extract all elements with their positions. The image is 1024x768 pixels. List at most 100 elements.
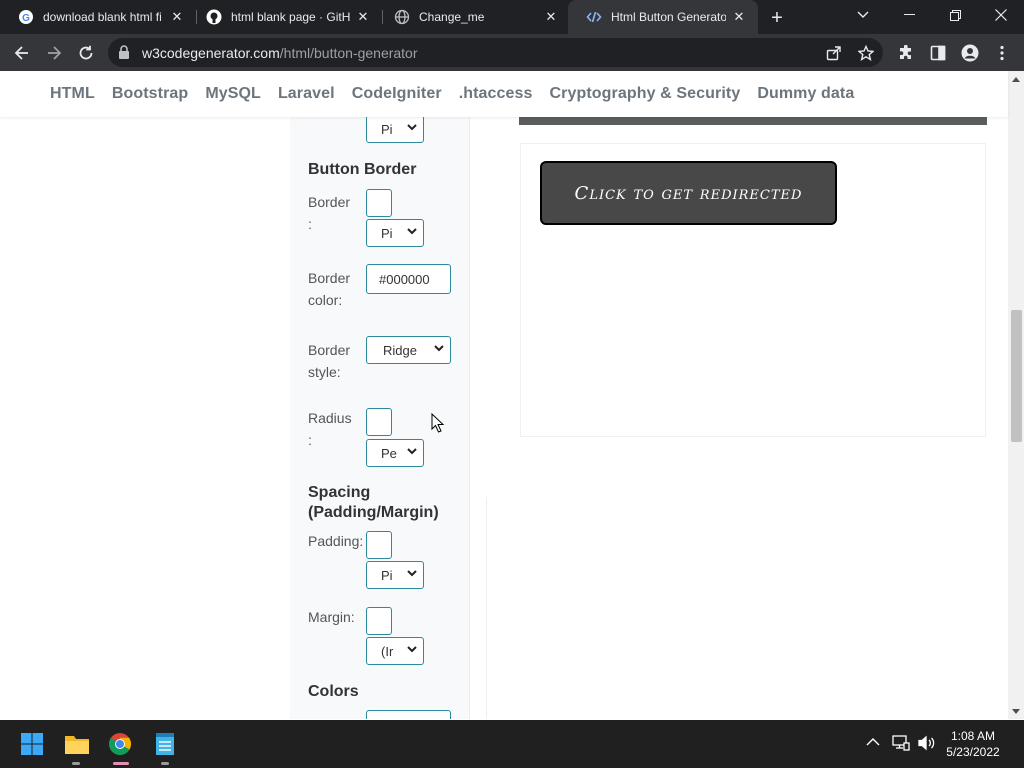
lock-icon[interactable] <box>118 45 130 64</box>
select-value: Pi <box>381 225 393 241</box>
spacing-unit-select-top[interactable]: Pi <box>366 117 424 143</box>
tab-google-search[interactable]: G download blank html fi ✕ <box>0 0 196 34</box>
border-style-select[interactable]: Ridge <box>366 336 451 364</box>
google-icon: G <box>18 9 34 25</box>
share-icon[interactable] <box>821 40 847 66</box>
chevron-down-icon <box>434 345 444 352</box>
select-value: Pi <box>381 121 393 137</box>
mouse-cursor-icon <box>431 412 445 438</box>
border-width-input[interactable] <box>366 189 392 217</box>
tab-change-me[interactable]: Change_me ✕ <box>376 0 570 34</box>
generated-preview-button[interactable]: Click to get redirected <box>540 161 837 225</box>
padding-input[interactable] <box>366 531 392 559</box>
nav-bootstrap[interactable]: Bootstrap <box>112 85 188 103</box>
border-width-label-colon: : <box>308 216 312 232</box>
border-radius-input[interactable] <box>366 408 392 436</box>
taskbar-indicator <box>72 762 80 765</box>
nav-html[interactable]: HTML <box>50 85 95 103</box>
address-bar[interactable]: w3codegenerator.com/html/button-generato… <box>108 38 883 67</box>
clock-time: 1:08 AM <box>950 729 996 743</box>
github-icon <box>206 9 222 25</box>
border-radius-unit-select[interactable]: Pe <box>366 439 424 467</box>
show-hidden-icons-chevron-icon[interactable] <box>866 734 880 752</box>
border-style-label-2: style: <box>308 364 341 380</box>
border-radius-label: Radius <box>308 410 352 426</box>
border-width-unit-select[interactable]: Pi <box>366 219 424 247</box>
chevron-down-icon <box>407 646 417 653</box>
windows-start-icon[interactable] <box>16 728 48 760</box>
tab-github[interactable]: html blank page · GitH ✕ <box>188 0 382 34</box>
code-icon <box>586 9 602 25</box>
scroll-down-arrow-icon[interactable] <box>1008 704 1024 718</box>
preview-header-bar <box>519 117 987 125</box>
clock-date: 5/23/2022 <box>946 745 1000 759</box>
select-value: Pi <box>381 567 393 583</box>
select-value: Pe <box>381 445 397 461</box>
nav-laravel[interactable]: Laravel <box>278 85 335 103</box>
tab-title: Html Button Generator <box>611 10 726 24</box>
url-host: w3codegenerator.com <box>142 45 280 61</box>
margin-input[interactable] <box>366 607 392 635</box>
padding-unit-select[interactable]: Pi <box>366 561 424 589</box>
scrollbar-thumb[interactable] <box>1011 310 1022 442</box>
page-content: Pi Button Border Border : Pi Border colo… <box>0 117 1008 719</box>
scroll-up-arrow-icon[interactable] <box>1008 72 1024 86</box>
input-value: #000000 <box>379 271 430 287</box>
close-icon[interactable]: ✕ <box>354 8 372 26</box>
system-clock[interactable]: 1:08 AM 5/23/2022 <box>938 728 1008 760</box>
text-color-input-partial[interactable] <box>366 710 451 719</box>
border-width-label: Border <box>308 194 351 210</box>
new-tab-icon[interactable]: + <box>766 7 788 29</box>
border-radius-label-colon: : <box>308 432 312 448</box>
tab-title: Change_me <box>419 10 485 24</box>
url-text: w3codegenerator.com/html/button-generato… <box>142 45 418 61</box>
taskbar-active-indicator <box>113 762 129 765</box>
nav-codeigniter[interactable]: CodeIgniter <box>352 85 442 103</box>
notepad-icon[interactable] <box>149 728 181 760</box>
network-icon[interactable] <box>892 735 910 756</box>
tab-strip: G download blank html fi ✕ html blank pa… <box>0 0 1024 34</box>
nav-dummy-data[interactable]: Dummy data <box>757 85 854 103</box>
close-icon[interactable]: ✕ <box>730 8 748 26</box>
chrome-icon[interactable] <box>104 728 136 760</box>
padding-label: Padding: <box>308 533 364 549</box>
menu-kebab-icon[interactable] <box>989 40 1015 66</box>
spacing-heading: Spacing <box>308 484 371 501</box>
restore-icon[interactable] <box>932 0 978 30</box>
globe-icon <box>394 9 410 25</box>
site-navigation: HTML Bootstrap MySQL Laravel CodeIgniter… <box>0 71 1008 117</box>
extensions-icon[interactable] <box>893 40 919 66</box>
spacing-heading-sub: (Padding/Margin) <box>308 504 439 521</box>
margin-unit-select[interactable]: (Ir <box>366 637 424 665</box>
tab-html-button-generator[interactable]: Html Button Generator ✕ <box>568 0 758 34</box>
border-style-label: Border <box>308 342 351 358</box>
select-value: (Ir <box>381 643 394 659</box>
tab-search-chevron-icon[interactable] <box>840 0 886 30</box>
content-divider <box>486 497 487 719</box>
side-panel-icon[interactable] <box>925 40 951 66</box>
close-icon[interactable]: ✕ <box>168 8 186 26</box>
reload-icon[interactable] <box>73 40 99 66</box>
minimize-icon[interactable] <box>886 0 932 30</box>
bookmark-star-icon[interactable] <box>853 40 879 66</box>
colors-heading: Colors <box>308 683 359 700</box>
chevron-down-icon <box>407 228 417 235</box>
volume-icon[interactable] <box>918 735 936 756</box>
margin-label: Margin: <box>308 609 355 625</box>
svg-text:G: G <box>22 13 30 24</box>
file-explorer-icon[interactable] <box>61 728 93 760</box>
forward-icon[interactable] <box>41 40 67 66</box>
window-close-icon[interactable] <box>978 0 1024 30</box>
nav-htaccess[interactable]: .htaccess <box>459 85 533 103</box>
back-icon[interactable] <box>9 40 35 66</box>
select-value: Ridge <box>383 342 417 358</box>
tab-title: download blank html fi <box>43 10 162 24</box>
border-color-input[interactable]: #000000 <box>366 264 451 294</box>
nav-mysql[interactable]: MySQL <box>205 85 261 103</box>
close-icon[interactable]: ✕ <box>542 8 560 26</box>
taskbar-indicator <box>161 762 169 765</box>
profile-icon[interactable] <box>957 40 983 66</box>
browser-toolbar: w3codegenerator.com/html/button-generato… <box>0 34 1024 71</box>
nav-cryptography-security[interactable]: Cryptography & Security <box>550 85 741 103</box>
border-color-label: Border <box>308 270 351 286</box>
